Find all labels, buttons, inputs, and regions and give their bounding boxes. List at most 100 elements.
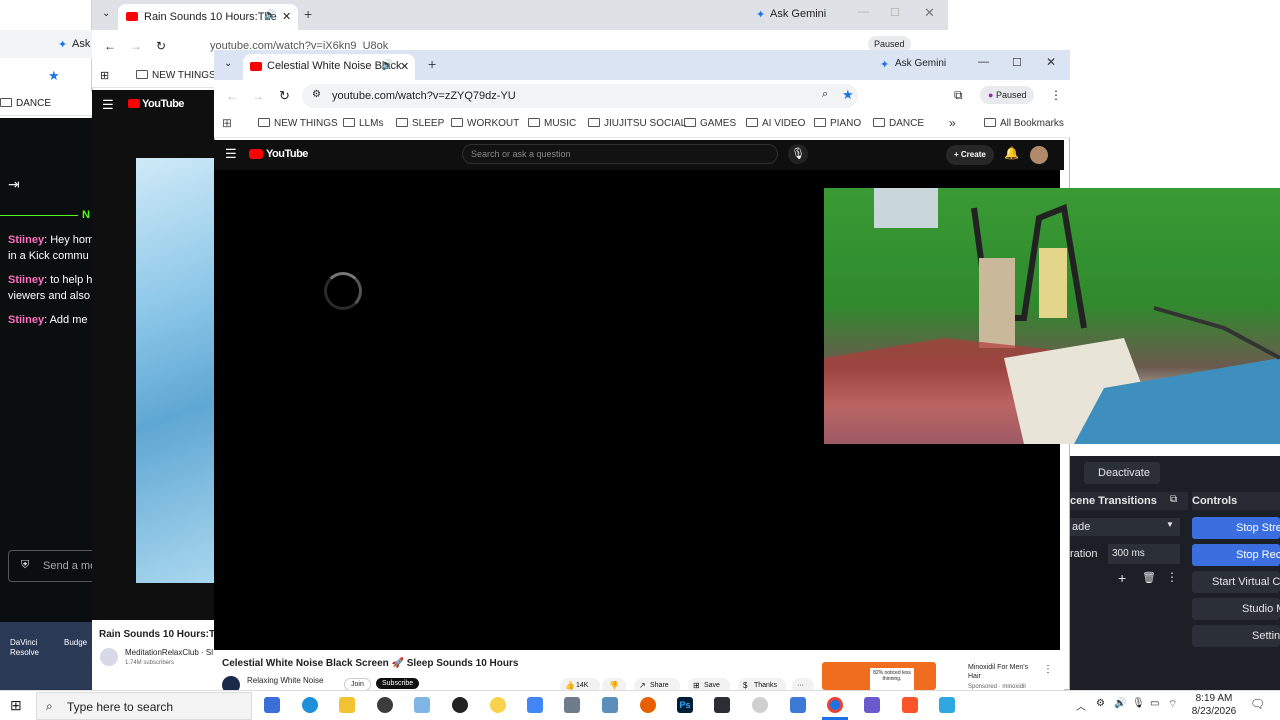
stop-streaming-button[interactable]: Stop Strea bbox=[1192, 517, 1280, 539]
create-button[interactable]: + Create bbox=[946, 145, 994, 165]
all-bookmarks[interactable]: All Bookmarks bbox=[984, 118, 1064, 129]
subscribe-button[interactable]: Subscribe bbox=[376, 678, 420, 689]
bookmark-piano[interactable]: PIANO bbox=[814, 118, 861, 129]
new-tab-icon[interactable]: + bbox=[304, 6, 312, 22]
deactivate-button[interactable]: Deactivate bbox=[1084, 462, 1160, 484]
more-bookmarks-icon[interactable]: » bbox=[949, 116, 956, 130]
taskbar-search[interactable]: ⌕ Type here to search bbox=[36, 692, 252, 720]
bookmark-new-things[interactable]: NEW THINGS bbox=[258, 118, 338, 129]
back-channel-name[interactable]: MeditationRelaxClub · Sl bbox=[125, 648, 213, 657]
bookmark-dance[interactable]: DANCE bbox=[0, 98, 51, 109]
bookmark-games[interactable]: GAMES bbox=[684, 118, 736, 129]
file-explorer-icon[interactable] bbox=[339, 697, 355, 713]
new-tab-icon[interactable]: + bbox=[428, 56, 436, 72]
bookmark-new-things[interactable]: NEW THINGS bbox=[136, 70, 216, 81]
reload-icon[interactable]: ↻ bbox=[156, 39, 166, 53]
volume-tray-icon[interactable]: 🔊 bbox=[1114, 698, 1126, 709]
settings-button[interactable]: Settin bbox=[1192, 625, 1280, 647]
back-icon[interactable]: ← bbox=[104, 39, 116, 53]
forward-icon[interactable]: → bbox=[252, 89, 264, 103]
app-icon[interactable] bbox=[752, 697, 768, 713]
notification-center-icon[interactable]: 🗨 bbox=[1250, 697, 1265, 711]
front-gemini-button[interactable]: Ask Gemini bbox=[895, 58, 946, 69]
clock-date[interactable]: 8/23/2026 bbox=[1188, 706, 1240, 717]
tray-app-icon[interactable]: ⚙ bbox=[1096, 698, 1105, 709]
channel-name[interactable]: Relaxing White Noise bbox=[247, 676, 323, 685]
tray-chevron-icon[interactable]: ︿ bbox=[1076, 698, 1086, 713]
front-active-tab[interactable]: Celestial White Noise Black 🔊 ✕ bbox=[243, 54, 415, 80]
clock-time[interactable]: 8:19 AM bbox=[1188, 693, 1240, 704]
chrome-icon[interactable] bbox=[827, 697, 843, 713]
minimize-icon[interactable]: — bbox=[978, 56, 989, 68]
microphone-icon[interactable]: 🎙 bbox=[788, 144, 808, 164]
apps-icon[interactable]: ⊞ bbox=[100, 69, 109, 82]
firefox-icon[interactable] bbox=[640, 697, 656, 713]
ad-title[interactable]: Minoxidil For Men's Hair bbox=[968, 663, 1042, 681]
channel-avatar[interactable] bbox=[100, 648, 118, 666]
desktop-icon-davinci[interactable]: DaVinci Resolve bbox=[10, 638, 46, 658]
back-gemini-button[interactable]: Ask Gemini bbox=[770, 8, 826, 20]
app-icon[interactable] bbox=[602, 697, 618, 713]
chrome-menu-icon[interactable]: ⋮ bbox=[1050, 88, 1062, 102]
maximize-icon[interactable]: ☐ bbox=[890, 6, 900, 19]
wifi-icon[interactable]: ⌔ bbox=[1168, 698, 1177, 711]
forward-icon[interactable]: → bbox=[130, 39, 142, 53]
app-icon[interactable] bbox=[414, 697, 430, 713]
close-tab-icon[interactable]: ✕ bbox=[400, 60, 409, 73]
tab-search-icon[interactable]: ⌄ bbox=[224, 58, 232, 69]
windows-start-icon[interactable]: ⊞ bbox=[10, 697, 22, 714]
obs-icon[interactable] bbox=[452, 697, 468, 713]
davinci-icon[interactable] bbox=[714, 697, 730, 713]
desktop-icon-budget[interactable]: Budge bbox=[64, 638, 87, 647]
maximize-icon[interactable]: ☐ bbox=[1012, 56, 1022, 69]
transition-select[interactable]: ade ▼ bbox=[1070, 518, 1180, 536]
youtube-logo[interactable]: YouTube bbox=[266, 148, 308, 160]
front-profile-status[interactable]: ● Paused bbox=[980, 86, 1035, 104]
duration-input[interactable]: 300 ms bbox=[1108, 544, 1180, 564]
bookmark-star-icon[interactable]: ★ bbox=[48, 68, 60, 84]
bulb-icon[interactable] bbox=[490, 697, 506, 713]
menu-icon[interactable]: ☰ bbox=[102, 97, 114, 113]
app-icon[interactable] bbox=[377, 697, 393, 713]
minimize-icon[interactable]: — bbox=[858, 6, 869, 18]
bookmark-dance[interactable]: DANCE bbox=[873, 118, 924, 129]
collapse-chat-icon[interactable]: ⇥ bbox=[8, 176, 20, 193]
task-view-icon[interactable] bbox=[264, 697, 280, 713]
bookmark-ai-video[interactable]: AI VIDEO bbox=[746, 118, 805, 129]
app-icon[interactable] bbox=[790, 697, 806, 713]
left-window-tab[interactable]: ✦ Ask bbox=[0, 30, 92, 58]
zoom-icon[interactable]: ⌕ bbox=[822, 88, 828, 101]
close-icon[interactable]: ✕ bbox=[1046, 55, 1056, 69]
youtube-search-input[interactable]: Search or ask a question bbox=[462, 144, 778, 164]
start-virtual-camera-button[interactable]: Start Virtual Ca bbox=[1192, 571, 1280, 593]
close-icon[interactable]: ✕ bbox=[924, 5, 935, 21]
ad-menu-icon[interactable]: ⋮ bbox=[1043, 664, 1053, 675]
photoshop-icon[interactable]: Ps bbox=[677, 697, 693, 713]
front-omnibox[interactable]: ⚙ youtube.com/watch?v=zZYQ79dz-YU ⌕ ★ bbox=[302, 84, 858, 108]
bookmark-workout[interactable]: WORKOUT bbox=[451, 118, 519, 129]
close-tab-icon[interactable]: ✕ bbox=[282, 10, 291, 23]
bookmark-jiujitsu-social[interactable]: JIUJITSU SOCIAL bbox=[588, 118, 686, 129]
account-avatar[interactable] bbox=[1030, 146, 1048, 164]
app-icon[interactable] bbox=[939, 697, 955, 713]
bookmark-music[interactable]: MUSIC bbox=[528, 118, 576, 129]
bookmark-star-icon[interactable]: ★ bbox=[842, 87, 854, 103]
brave-icon[interactable] bbox=[902, 697, 918, 713]
menu-icon[interactable]: ☰ bbox=[225, 146, 237, 162]
more-icon[interactable]: ⋮ bbox=[1166, 570, 1178, 584]
site-info-icon[interactable]: ⚙ bbox=[312, 89, 321, 100]
youtube-logo[interactable]: YouTube bbox=[142, 98, 184, 110]
tab-search-icon[interactable]: ⌄ bbox=[102, 8, 110, 19]
undock-icon[interactable]: ⧉ bbox=[1170, 494, 1177, 505]
back-active-tab[interactable]: Rain Sounds 10 Hours:The 🔊 ✕ bbox=[118, 4, 298, 30]
extensions-icon[interactable]: ⧉ bbox=[954, 88, 963, 103]
app-icon[interactable] bbox=[864, 697, 880, 713]
edge-icon[interactable] bbox=[302, 697, 318, 713]
docs-icon[interactable] bbox=[527, 697, 543, 713]
bookmark-sleep[interactable]: SLEEP bbox=[396, 118, 444, 129]
studio-mode-button[interactable]: Studio M bbox=[1192, 598, 1280, 620]
reload-icon[interactable]: ↻ bbox=[279, 88, 290, 104]
bookmark-llms[interactable]: LLMs bbox=[343, 118, 383, 129]
trash-icon[interactable]: 🗑 bbox=[1142, 571, 1156, 584]
network-icon[interactable]: ▭ bbox=[1150, 698, 1159, 709]
